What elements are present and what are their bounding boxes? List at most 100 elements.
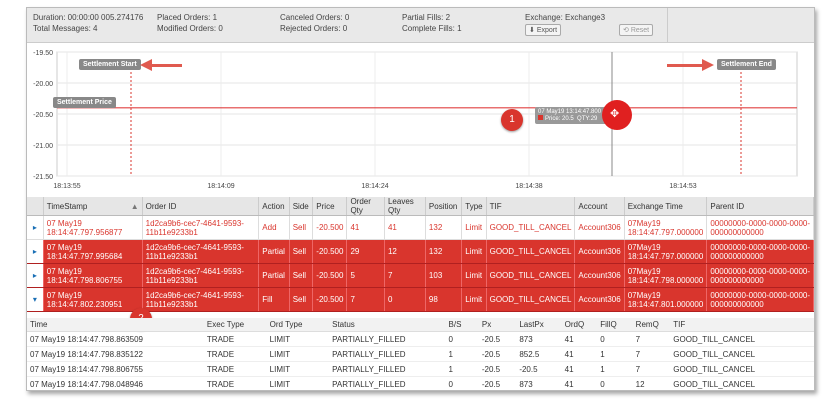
- reset-button[interactable]: ⟲ Reset: [619, 24, 654, 36]
- arrow-right-head: [702, 59, 714, 71]
- execution-row[interactable]: 07 May19 18:14:47.798.835122 TRADE LIMIT PA…: [27, 346, 814, 362]
- x-tick-label: 18:13:55: [53, 183, 80, 190]
- exec-cell-time: 07 May19 18:14:47.798.806755: [27, 361, 204, 377]
- cell-side: Sell: [289, 263, 314, 288]
- stat-partial-fills: Partial Fills: 2: [402, 13, 451, 22]
- exec-header-px[interactable]: Px: [478, 318, 517, 332]
- stat-canceled-orders: Canceled Orders: 0: [280, 13, 350, 22]
- exec-cell-ordq: 41: [561, 331, 598, 347]
- order-row[interactable]: ▸ 07 May19 18:14:47.797.995684 1d2ca9b6-ce…: [27, 239, 814, 264]
- stats-panel: Duration: 00:00:00 005.274176 Total Mess…: [27, 8, 814, 43]
- reset-icon: ⟲: [623, 27, 629, 34]
- exec-cell-remq: 7: [632, 361, 671, 377]
- exec-header-remq[interactable]: RemQ: [632, 318, 671, 332]
- cell-price: -20.500: [312, 215, 348, 240]
- header-order-id[interactable]: Order ID: [142, 197, 260, 216]
- cell-type: Limit: [461, 239, 487, 264]
- exec-cell-remq: 12: [632, 376, 671, 390]
- executions-table: Time Exec Type Ord Type Status B/S Px LastPx Or…: [27, 318, 814, 390]
- export-button[interactable]: ⬇ Export: [525, 24, 562, 36]
- cell-action: Add: [258, 215, 290, 240]
- exec-cell-fillq: 0: [597, 376, 633, 390]
- cell-order-qty: 41: [346, 215, 385, 240]
- stat-total-messages: Total Messages: 4: [33, 24, 98, 33]
- cell-exchange-time: 07May19 18:14:47.797.000000: [624, 239, 708, 264]
- execution-row[interactable]: 07 May19 18:14:47.798.806755 TRADE LIMIT PA…: [27, 361, 814, 377]
- cell-action: Fill: [258, 287, 290, 312]
- header-exchange-time[interactable]: Exchange Time: [624, 197, 708, 216]
- execution-row[interactable]: 07 May19 18:14:47.798.048946 TRADE LIMIT PA…: [27, 376, 814, 390]
- execution-row[interactable]: 07 May19 18:14:47.798.863509 TRADE LIMIT PA…: [27, 331, 814, 347]
- exec-header-time[interactable]: Time: [27, 318, 204, 332]
- annotation-arrow-right: [667, 64, 702, 67]
- cell-tif: GOOD_TILL_CANCEL: [486, 287, 576, 312]
- exec-cell-remq: 7: [632, 331, 671, 347]
- header-type[interactable]: Type: [461, 197, 487, 216]
- cell-order-id: 1d2ca9b6-cec7-4641-9593- 11b11e9233b1: [142, 287, 260, 312]
- callout-badge-1: 1: [501, 109, 523, 131]
- exec-cell-status: PARTIALLY_FILLED: [329, 376, 446, 390]
- header-side[interactable]: Side: [289, 197, 314, 216]
- cell-tif: GOOD_TILL_CANCEL: [486, 239, 576, 264]
- exec-header-fillq[interactable]: FillQ: [597, 318, 633, 332]
- y-tick-label: -21.50: [33, 174, 53, 181]
- cell-position: 132: [425, 215, 463, 240]
- exec-header-lastpx[interactable]: LastPx: [516, 318, 562, 332]
- order-row[interactable]: ▸ 07 May19 18:14:47.798.806755 1d2ca9b6-ce…: [27, 263, 814, 288]
- cell-parent-id: 00000000-0000-0000-0000- 000000000000: [706, 215, 814, 240]
- exec-cell-exec-type: TRADE: [203, 361, 267, 377]
- exec-cell-fillq: 1: [597, 361, 633, 377]
- header-action[interactable]: Action: [258, 197, 290, 216]
- cell-action: Partial: [258, 239, 290, 264]
- cell-leaves-qty: 12: [384, 239, 426, 264]
- exec-cell-ord-type: LIMIT: [266, 346, 330, 362]
- cell-order-qty: 7: [346, 287, 385, 312]
- exec-header-status[interactable]: Status: [329, 318, 446, 332]
- cell-leaves-qty: 7: [384, 263, 426, 288]
- expand-row-icon[interactable]: ▸: [27, 215, 44, 240]
- cell-leaves-qty: 41: [384, 215, 426, 240]
- arrow-left-head: [140, 59, 152, 71]
- exec-cell-b-s: 0: [445, 376, 479, 390]
- cell-account: Account306: [574, 287, 625, 312]
- export-label: Export: [536, 27, 558, 34]
- header-leaves-qty[interactable]: Leaves Qty: [384, 197, 426, 216]
- cell-timestamp: 07 May19 18:14:47.797.956877: [43, 215, 143, 240]
- order-row[interactable]: ▸ 07 May19 18:14:47.797.956877 1d2ca9b6-ce…: [27, 215, 814, 240]
- exec-header-exec-type[interactable]: Exec Type: [203, 318, 267, 332]
- header-timestamp[interactable]: TimeStamp ▲: [43, 197, 143, 216]
- header-account[interactable]: Account: [574, 197, 625, 216]
- exec-header-ord-type[interactable]: Ord Type: [266, 318, 330, 332]
- exec-cell-px: -20.5: [478, 376, 517, 390]
- cell-side: Sell: [289, 287, 314, 312]
- header-position[interactable]: Position: [425, 197, 463, 216]
- cell-timestamp: 07 May19 18:14:47.797.995684: [43, 239, 143, 264]
- header-tif[interactable]: TIF: [486, 197, 576, 216]
- header-price[interactable]: Price: [312, 197, 348, 216]
- expand-row-icon[interactable]: ▸: [27, 263, 44, 288]
- stat-modified-orders: Modified Orders: 0: [157, 24, 223, 33]
- exec-cell-tif: GOOD_TILL_CANCEL: [670, 331, 814, 347]
- exec-header-ordq[interactable]: OrdQ: [561, 318, 598, 332]
- exec-cell-b-s: 1: [445, 346, 479, 362]
- exec-cell-lastpx: 873: [516, 331, 562, 347]
- cell-type: Limit: [461, 263, 487, 288]
- exec-cell-time: 07 May19 18:14:47.798.048946: [27, 376, 204, 390]
- exec-header-b-s[interactable]: B/S: [445, 318, 479, 332]
- header-parent-id[interactable]: Parent ID: [706, 197, 814, 216]
- exec-cell-exec-type: TRADE: [203, 346, 267, 362]
- exec-cell-ord-type: LIMIT: [266, 361, 330, 377]
- cell-timestamp: 07 May19 18:14:47.798.806755: [43, 263, 143, 288]
- cell-parent-id: 00000000-0000-0000-0000- 000000000000: [706, 239, 814, 264]
- exec-header-tif[interactable]: TIF: [670, 318, 814, 332]
- stat-placed-orders: Placed Orders: 1: [157, 13, 218, 22]
- exec-cell-ord-type: LIMIT: [266, 376, 330, 390]
- exec-cell-px: -20.5: [478, 361, 517, 377]
- expand-row-icon[interactable]: ▸: [27, 239, 44, 264]
- cell-account: Account306: [574, 215, 625, 240]
- header-order-qty[interactable]: Order Qty: [346, 197, 385, 216]
- collapse-row-icon[interactable]: ▾: [27, 287, 44, 312]
- cell-position: 132: [425, 239, 463, 264]
- cell-order-qty: 29: [346, 239, 385, 264]
- exec-cell-status: PARTIALLY_FILLED: [329, 346, 446, 362]
